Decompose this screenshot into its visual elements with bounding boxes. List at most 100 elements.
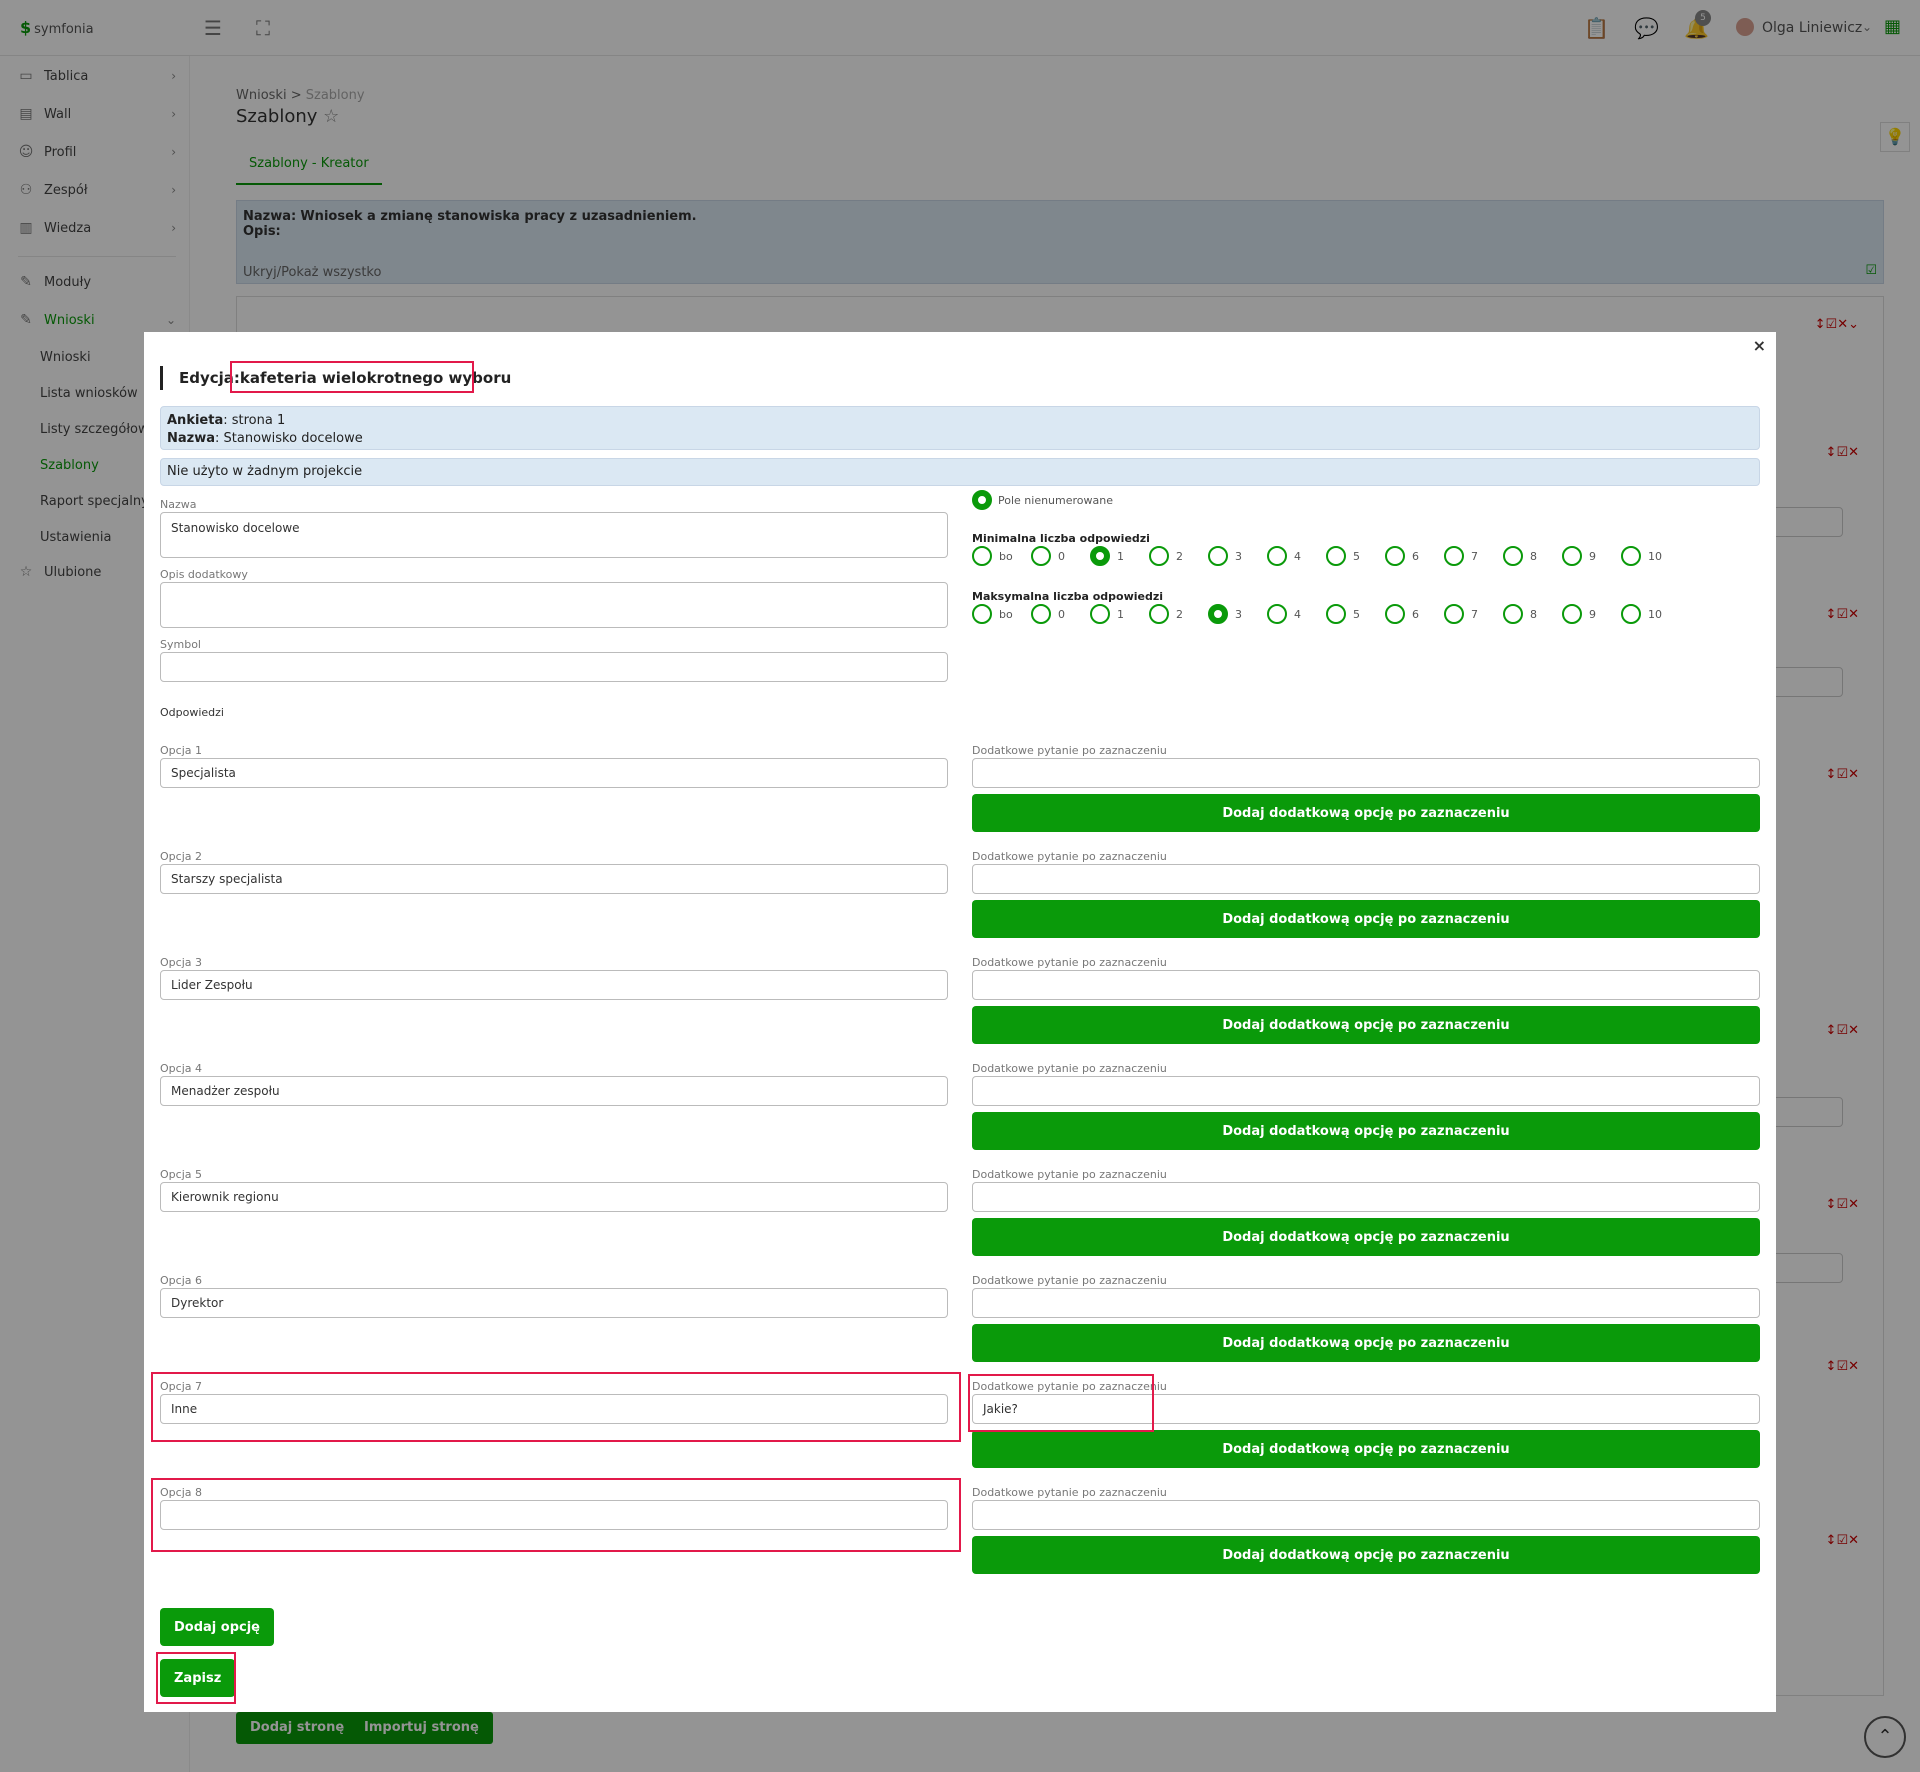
min-answers-radio[interactable] — [1621, 546, 1641, 566]
highlight-box — [968, 1374, 1154, 1432]
max-answers-radio-label: 7 — [1471, 608, 1478, 621]
max-answers-radio-label: bo — [999, 608, 1013, 621]
max-answers-radio-label: 10 — [1648, 608, 1662, 621]
extra-question-label: Dodatkowe pytanie po zaznaczeniu — [972, 1062, 1167, 1075]
field-label: Nazwa — [160, 498, 197, 511]
option-input[interactable]: Specjalista — [160, 758, 948, 788]
min-answers-radio[interactable] — [1149, 546, 1169, 566]
max-answers-radio[interactable] — [1621, 604, 1641, 624]
add-extra-option-button[interactable]: Dodaj dodatkową opcję po zaznaczeniu — [972, 1218, 1760, 1256]
min-answers-radio-label: 5 — [1353, 550, 1360, 563]
option-label: Opcja 5 — [160, 1168, 202, 1181]
extra-question-label: Dodatkowe pytanie po zaznaczeniu — [972, 1486, 1167, 1499]
max-answers-radio-label: 3 — [1235, 608, 1242, 621]
field-label: Symbol — [160, 638, 201, 651]
min-answers-radio[interactable] — [1031, 546, 1051, 566]
extra-question-label: Dodatkowe pytanie po zaznaczeniu — [972, 1168, 1167, 1181]
max-answers-radio[interactable] — [1267, 604, 1287, 624]
extra-question-input[interactable] — [972, 1500, 1760, 1530]
min-answers-radio-label: 4 — [1294, 550, 1301, 563]
option-label: Opcja 3 — [160, 956, 202, 969]
max-answers-radio-label: 9 — [1589, 608, 1596, 621]
extra-question-input[interactable] — [972, 1076, 1760, 1106]
meta-nazwa-value: : Stanowisko docelowe — [215, 431, 363, 446]
extra-question-input[interactable] — [972, 1182, 1760, 1212]
extra-question-input[interactable] — [972, 1288, 1760, 1318]
extra-question-input[interactable] — [972, 864, 1760, 894]
max-answers-radio[interactable] — [1385, 604, 1405, 624]
option-label: Opcja 2 — [160, 850, 202, 863]
max-answers-radio-label: 5 — [1353, 608, 1360, 621]
min-answers-radio[interactable] — [1208, 546, 1228, 566]
usage-info: Nie użyto w żadnym projekcie — [160, 458, 1760, 486]
min-answers-radio-label: 9 — [1589, 550, 1596, 563]
max-answers-radio-label: 6 — [1412, 608, 1419, 621]
description-field[interactable] — [160, 582, 948, 628]
max-answers-radio[interactable] — [1444, 604, 1464, 624]
option-input[interactable]: Starszy specjalista — [160, 864, 948, 894]
min-answers-radio-label: 3 — [1235, 550, 1242, 563]
min-answers-radio[interactable] — [1267, 546, 1287, 566]
add-extra-option-button[interactable]: Dodaj dodatkową opcję po zaznaczeniu — [972, 1006, 1760, 1044]
meta-ankieta-label: Ankieta — [167, 413, 224, 428]
max-answers-radio[interactable] — [1326, 604, 1346, 624]
min-answers-radio[interactable] — [1503, 546, 1523, 566]
symbol-field[interactable] — [160, 652, 948, 682]
min-answers-radio[interactable] — [1562, 546, 1582, 566]
max-answers-radio-label: 8 — [1530, 608, 1537, 621]
meta-nazwa-label: Nazwa — [167, 431, 216, 446]
max-answers-radio-label: 2 — [1176, 608, 1183, 621]
close-icon[interactable]: × — [1753, 336, 1766, 355]
min-answers-radio[interactable] — [1385, 546, 1405, 566]
max-answers-radio-label: 1 — [1117, 608, 1124, 621]
min-answers-label: Minimalna liczba odpowiedzi — [972, 532, 1150, 545]
min-answers-radio[interactable] — [1326, 546, 1346, 566]
min-answers-radio-label: 8 — [1530, 550, 1537, 563]
min-answers-radio-label: 7 — [1471, 550, 1478, 563]
max-answers-radio[interactable] — [1562, 604, 1582, 624]
highlight-box — [230, 361, 474, 393]
option-input[interactable]: Dyrektor — [160, 1288, 948, 1318]
add-extra-option-button[interactable]: Dodaj dodatkową opcję po zaznaczeniu — [972, 1324, 1760, 1362]
min-answers-radio[interactable] — [1090, 546, 1110, 566]
extra-question-input[interactable] — [972, 758, 1760, 788]
edit-question-modal: × Edycja:kafeteria wielokrotnego wyboru … — [144, 332, 1776, 1712]
max-answers-radio[interactable] — [1090, 604, 1110, 624]
max-answers-radio[interactable] — [1208, 604, 1228, 624]
unnumbered-radio[interactable] — [972, 490, 992, 510]
min-answers-radio-label: 0 — [1058, 550, 1065, 563]
option-label: Opcja 4 — [160, 1062, 202, 1075]
max-answers-radio[interactable] — [972, 604, 992, 624]
option-input[interactable]: Lider Zespołu — [160, 970, 948, 1000]
extra-question-label: Dodatkowe pytanie po zaznaczeniu — [972, 956, 1167, 969]
add-extra-option-button[interactable]: Dodaj dodatkową opcję po zaznaczeniu — [972, 1112, 1760, 1150]
add-extra-option-button[interactable]: Dodaj dodatkową opcję po zaznaczeniu — [972, 900, 1760, 938]
min-answers-radio[interactable] — [1444, 546, 1464, 566]
extra-question-label: Dodatkowe pytanie po zaznaczeniu — [972, 744, 1167, 757]
min-answers-radio-label: 10 — [1648, 550, 1662, 563]
add-extra-option-button[interactable]: Dodaj dodatkową opcję po zaznaczeniu — [972, 1536, 1760, 1574]
add-extra-option-button[interactable]: Dodaj dodatkową opcję po zaznaczeniu — [972, 1430, 1760, 1468]
meta-ankieta-value: : strona 1 — [223, 413, 286, 428]
highlight-box — [156, 1652, 236, 1704]
max-answers-radio[interactable] — [1031, 604, 1051, 624]
max-answers-radio[interactable] — [1149, 604, 1169, 624]
highlight-box — [151, 1478, 961, 1552]
extra-question-input[interactable] — [972, 970, 1760, 1000]
extra-question-label: Dodatkowe pytanie po zaznaczeniu — [972, 1274, 1167, 1287]
min-answers-radio-label: 2 — [1176, 550, 1183, 563]
max-answers-label: Maksymalna liczba odpowiedzi — [972, 590, 1164, 603]
unnumbered-label: Pole nienumerowane — [998, 494, 1114, 507]
field-label: Opis dodatkowy — [160, 568, 248, 581]
add-extra-option-button[interactable]: Dodaj dodatkową opcję po zaznaczeniu — [972, 794, 1760, 832]
add-option-button[interactable]: Dodaj opcję — [160, 1608, 274, 1646]
min-answers-radio-label: 6 — [1412, 550, 1419, 563]
min-answers-radio-label: 1 — [1117, 550, 1124, 563]
max-answers-radio[interactable] — [1503, 604, 1523, 624]
highlight-box — [151, 1372, 961, 1442]
min-answers-radio[interactable] — [972, 546, 992, 566]
question-meta-box: Ankieta: strona 1 Nazwa: Stanowisko doce… — [160, 406, 1760, 450]
option-input[interactable]: Kierownik regionu — [160, 1182, 948, 1212]
option-input[interactable]: Menadżer zespołu — [160, 1076, 948, 1106]
name-field[interactable]: Stanowisko docelowe — [160, 512, 948, 558]
